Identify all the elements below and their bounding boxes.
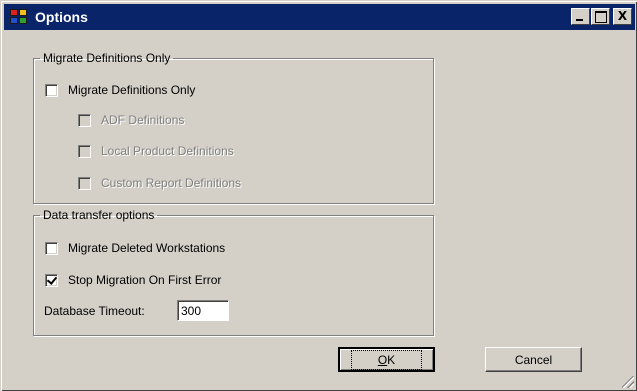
title-bar[interactable]: Options X [4, 4, 635, 30]
custom-report-definitions-checkbox: Custom Report Definitions [78, 176, 241, 190]
minimize-icon[interactable] [571, 8, 590, 25]
checkbox-label: ADF Definitions [101, 113, 185, 127]
checkbox-box [78, 113, 91, 127]
stop-migration-on-first-error-checkbox[interactable]: Stop Migration On First Error [45, 273, 221, 287]
options-dialog: Options X Migrate Definitions Only Migra… [0, 0, 637, 391]
migrate-deleted-workstations-checkbox[interactable]: Migrate Deleted Workstations [45, 241, 225, 255]
maximize-icon[interactable] [591, 8, 610, 25]
local-product-definitions-checkbox: Local Product Definitions [78, 144, 234, 158]
checkbox-box [78, 144, 91, 158]
database-timeout-label: Database Timeout: [44, 304, 145, 318]
checkbox-label: Local Product Definitions [101, 144, 234, 158]
data-transfer-options-legend: Data transfer options [43, 208, 155, 222]
migrate-definitions-only-checkbox[interactable]: Migrate Definitions Only [45, 83, 195, 97]
options-app-icon [9, 8, 29, 26]
ok-button[interactable]: OK [338, 347, 435, 372]
migrate-definitions-legend: Migrate Definitions Only [43, 51, 171, 65]
cancel-button[interactable]: Cancel [485, 347, 582, 372]
database-timeout-input[interactable] [177, 300, 229, 321]
checkbox-label: Stop Migration On First Error [68, 273, 222, 287]
ok-button-label: OK [350, 349, 423, 370]
checkbox-label: Migrate Definitions Only [68, 83, 196, 97]
resize-grip[interactable] [622, 376, 634, 388]
checkbox-box[interactable] [45, 273, 58, 287]
checkbox-box[interactable] [45, 241, 58, 255]
checkbox-box [78, 176, 91, 190]
checkbox-label: Custom Report Definitions [101, 176, 242, 190]
checkbox-label: Migrate Deleted Workstations [68, 241, 226, 255]
adf-definitions-checkbox: ADF Definitions [78, 113, 184, 127]
checkbox-box[interactable] [45, 83, 58, 97]
window-controls: X [570, 8, 632, 25]
window-title: Options [35, 9, 88, 25]
close-icon[interactable]: X [613, 8, 632, 25]
